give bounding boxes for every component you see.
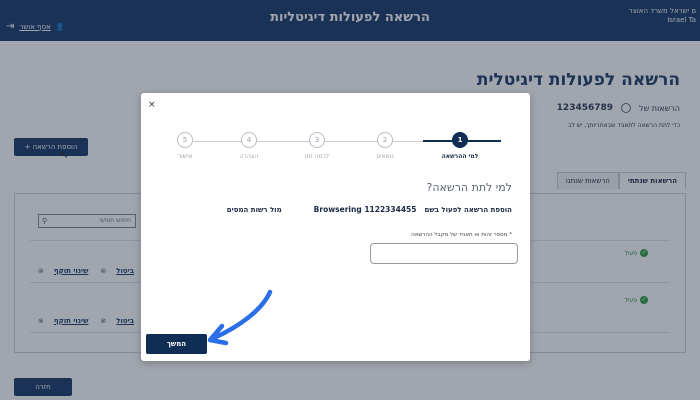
annotation-arrow-icon bbox=[207, 289, 273, 346]
